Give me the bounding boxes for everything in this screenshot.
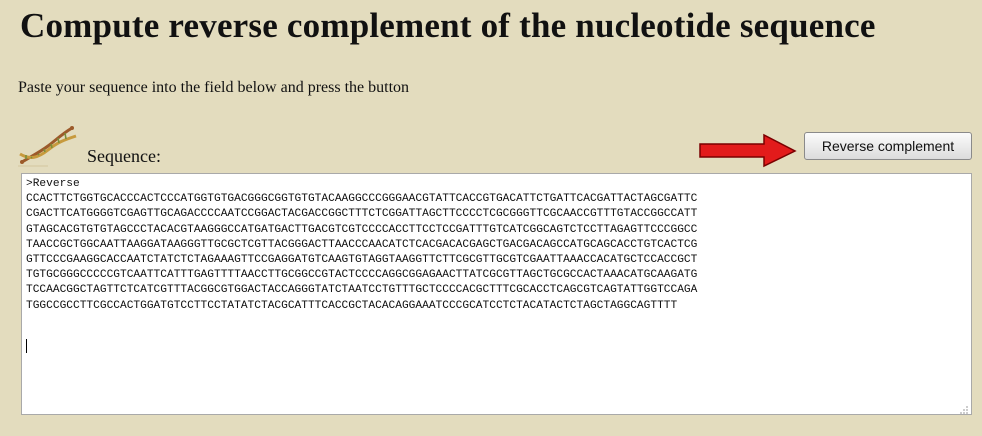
sequence-line: TCCAACGGCTAGTTCTCATCGTTTACGGCGTGGACTACCA…	[26, 284, 698, 297]
sequence-line: TAACCGCTGGCAATTAAGGATAAGGGTTGCGCTCGTTACG…	[26, 238, 698, 251]
reverse-complement-button[interactable]: Reverse complement	[804, 132, 972, 160]
sequence-line: GTTCCCGAAGGCACCAATCTATCTCTAGAAAGTTCCGAGG…	[26, 254, 698, 267]
sequence-text: >Reverse CCACTTCTGGTGCACCCACTCCCATGGTGTG…	[26, 177, 697, 314]
sequence-line: >Reverse	[26, 178, 80, 190]
sequence-line: TGGCCGCCTTCGCCACTGGATGTCCTTCCTATATCTACGC…	[26, 299, 678, 312]
page-title: Compute reverse complement of the nucleo…	[20, 6, 876, 45]
instructions-text: Paste your sequence into the field below…	[18, 79, 410, 96]
text-caret	[26, 339, 27, 353]
sequence-line: CGACTTCATGGGGTCGAGTTGCAGACCCCAATCCGGACTA…	[26, 208, 698, 221]
sequence-label: Sequence:	[87, 146, 161, 166]
red-arrow-icon	[698, 132, 798, 168]
sequence-line: TGTGCGGGCCCCCGTCAATTCATTTGAGTTTTAACCTTGC…	[26, 269, 698, 282]
sequence-line: GTAGCACGTGTGTAGCCCTACACGTAAGGGCCATGATGAC…	[26, 223, 698, 236]
sequence-toolbar: Sequence: Reverse complement	[0, 122, 982, 172]
sequence-textarea[interactable]: >Reverse CCACTTCTGGTGCACCCACTCCCATGGTGTG…	[21, 173, 972, 415]
dna-helix-icon	[18, 122, 80, 170]
resize-grip-icon[interactable]	[959, 402, 969, 414]
sequence-line: CCACTTCTGGTGCACCCACTCCCATGGTGTGACGGGCGGT…	[26, 193, 698, 206]
